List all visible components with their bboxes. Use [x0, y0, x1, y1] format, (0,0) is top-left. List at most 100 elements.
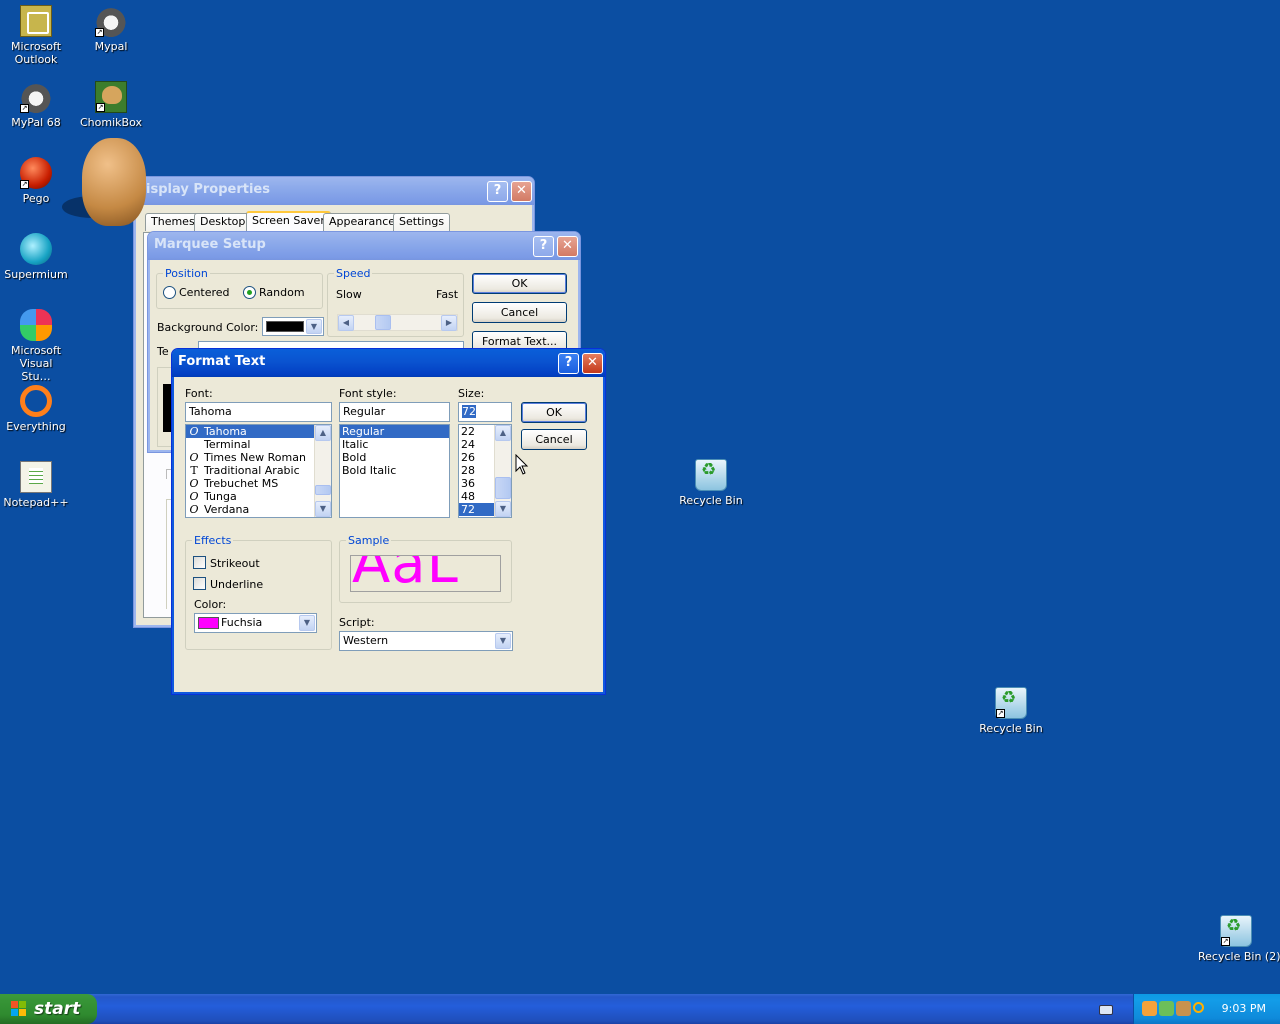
close-icon[interactable]: ✕: [511, 181, 532, 202]
list-item[interactable]: O Trebuchet MS: [186, 477, 331, 490]
desktop-icon-everything[interactable]: Everything: [0, 385, 74, 433]
script-combo[interactable]: Western ▼: [339, 631, 513, 651]
list-item[interactable]: O Verdana: [186, 503, 331, 516]
speed-slider-thumb[interactable]: [375, 315, 391, 330]
close-icon[interactable]: ✕: [557, 236, 578, 257]
desktop-icon-visual-studio[interactable]: Microsoft Visual Stu…: [0, 309, 74, 383]
chevron-down-icon[interactable]: ▼: [299, 615, 315, 631]
tab-appearance[interactable]: Appearance: [323, 213, 402, 231]
desktop-icon-label: Supermium: [4, 268, 68, 281]
shortcut-arrow-icon: ↗: [20, 180, 29, 189]
list-item[interactable]: Bold Italic: [340, 464, 449, 477]
desktop-icon-label: Mypal: [94, 40, 128, 53]
underline-label: Underline: [210, 578, 264, 591]
list-item[interactable]: Regular: [340, 425, 449, 438]
list-item[interactable]: T Traditional Arabic: [186, 464, 331, 477]
help-icon[interactable]: ?: [558, 353, 579, 374]
opentype-font-icon: O: [189, 503, 199, 516]
list-item[interactable]: Bold: [340, 451, 449, 464]
format-text-window: Format Text ? ✕ Font: Tahoma O Tahoma Ter…: [171, 348, 606, 695]
keyboard-icon[interactable]: [1099, 1005, 1113, 1015]
desktop-icon-outlook[interactable]: Microsoft Outlook: [0, 5, 74, 66]
everything-icon: [20, 385, 52, 417]
opentype-font-icon: O: [189, 425, 199, 438]
font-style-list[interactable]: Regular Italic Bold Bold Italic: [339, 424, 450, 518]
font-input[interactable]: Tahoma: [185, 402, 332, 422]
background-color-combo[interactable]: ▼: [262, 317, 324, 336]
chevron-up-icon[interactable]: ▲: [495, 425, 511, 441]
tab-screen-saver[interactable]: Screen Saver: [246, 211, 331, 232]
list-item[interactable]: O Times New Roman: [186, 451, 331, 464]
list-item[interactable]: O Tunga: [186, 490, 331, 503]
desktop-icon-label: Recycle Bin (2): [1198, 950, 1280, 963]
desktop-icon-recycle-bin-2[interactable]: ↗ Recycle Bin (2): [1198, 915, 1280, 963]
size-list-scrollbar[interactable]: ▲ ▼: [494, 425, 511, 517]
list-item[interactable]: Italic: [340, 438, 449, 451]
list-item[interactable]: O Tahoma: [186, 425, 331, 438]
desktop-icon-label: MyPal 68: [11, 116, 61, 129]
desktop-icon-recycle-bin-shortcut[interactable]: ↗ Recycle Bin: [973, 687, 1049, 735]
speed-slider[interactable]: ◀ ▶: [337, 314, 458, 331]
mypal68-icon: ↗: [20, 81, 52, 113]
desktop-icon-notepad-plus-plus[interactable]: Notepad++: [0, 461, 74, 509]
tray-hamster-icon[interactable]: [1176, 1001, 1191, 1016]
strikeout-checkbox[interactable]: [193, 556, 206, 569]
tab-settings[interactable]: Settings: [393, 213, 451, 231]
clock[interactable]: 9:03 PM: [1222, 1002, 1266, 1015]
desktop-icon-label: ChomikBox: [80, 116, 142, 129]
help-icon[interactable]: ?: [487, 181, 508, 202]
font-list-scrollbar[interactable]: ▲ ▼: [314, 425, 331, 517]
hamster-icon: [82, 138, 146, 226]
tray-network-icon[interactable]: [1159, 1001, 1174, 1016]
format-cancel-button[interactable]: Cancel: [521, 429, 587, 450]
desktop-icon-supermium[interactable]: Supermium: [0, 233, 74, 281]
script-combo-value: Western: [343, 634, 389, 647]
format-ok-button[interactable]: OK: [521, 402, 587, 423]
supermium-icon: [20, 233, 52, 265]
underline-checkbox[interactable]: [193, 577, 206, 590]
chevron-down-icon[interactable]: ▼: [495, 501, 511, 517]
font-list[interactable]: O Tahoma Terminal O Times New Roman T Tradi…: [185, 424, 332, 518]
desktop-icon-label: Recycle Bin: [679, 494, 743, 507]
font-style-input[interactable]: Regular: [339, 402, 450, 422]
desktop-icon-mypal[interactable]: ↗ Mypal: [73, 5, 149, 53]
hamster-desktop-pet[interactable]: [62, 130, 148, 230]
shortcut-arrow-icon: ↗: [95, 28, 104, 37]
scroll-thumb[interactable]: [495, 477, 511, 499]
format-text-titlebar[interactable]: Format Text: [172, 349, 605, 377]
help-icon[interactable]: ?: [533, 236, 554, 257]
chevron-down-icon[interactable]: ▼: [306, 319, 322, 334]
marquee-cancel-button[interactable]: Cancel: [472, 302, 567, 323]
chevron-right-icon[interactable]: ▶: [441, 315, 457, 331]
size-input[interactable]: 72: [458, 402, 512, 422]
position-group-title: Position: [163, 267, 210, 280]
windows-logo-icon: [11, 1001, 27, 1017]
desktop-icon-mypal68[interactable]: ↗ MyPal 68: [0, 81, 74, 129]
font-style-label: Font style:: [339, 387, 397, 400]
radio-random[interactable]: [243, 286, 256, 299]
size-list[interactable]: 22 24 26 28 36 48 72 ▲ ▼: [458, 424, 512, 518]
list-item[interactable]: Terminal: [186, 438, 331, 451]
background-color-swatch: [266, 321, 304, 332]
desktop-icon-chomikbox[interactable]: ↗ ChomikBox: [73, 81, 149, 129]
chevron-left-icon[interactable]: ◀: [338, 315, 354, 331]
tray-search-icon[interactable]: [1193, 1002, 1204, 1013]
system-tray: 9:03 PM: [1133, 994, 1280, 1024]
start-button[interactable]: start: [0, 994, 97, 1024]
desktop-icon-recycle-bin[interactable]: Recycle Bin: [673, 459, 749, 507]
color-combo[interactable]: Fuchsia ▼: [194, 613, 317, 633]
tray-app-icon[interactable]: [1142, 1001, 1157, 1016]
close-icon[interactable]: ✕: [582, 353, 603, 374]
scroll-thumb[interactable]: [315, 485, 331, 495]
marquee-setup-titlebar[interactable]: Marquee Setup: [148, 232, 580, 260]
tab-themes[interactable]: Themes: [145, 213, 201, 231]
list-item[interactable]: 72: [459, 503, 494, 516]
chevron-up-icon[interactable]: ▲: [315, 425, 331, 441]
recycle-bin-icon: ↗: [995, 687, 1027, 719]
chevron-down-icon[interactable]: ▼: [315, 501, 331, 517]
chevron-down-icon[interactable]: ▼: [495, 633, 511, 649]
display-properties-titlebar[interactable]: isplay Properties: [134, 177, 534, 205]
marquee-ok-button[interactable]: OK: [472, 273, 567, 294]
tab-desktop[interactable]: Desktop: [194, 213, 252, 231]
radio-centered[interactable]: [163, 286, 176, 299]
